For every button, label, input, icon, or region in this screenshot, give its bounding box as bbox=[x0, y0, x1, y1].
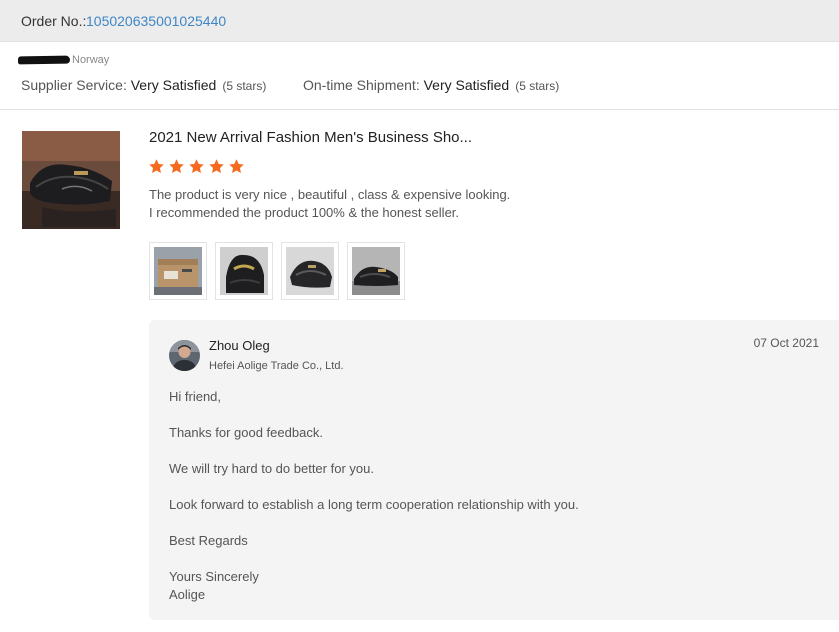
buyer-name-redacted bbox=[17, 55, 71, 65]
reply-line: Hi friend, bbox=[169, 389, 222, 404]
rating-value: Very Satisfied bbox=[423, 77, 510, 93]
product-star-rating bbox=[148, 158, 245, 178]
divider bbox=[0, 109, 839, 110]
rating-stars-text: (5 stars) bbox=[515, 79, 560, 93]
review-photo-thumbnail[interactable] bbox=[149, 242, 207, 300]
star-icon bbox=[229, 159, 244, 174]
review-photo-thumbnail[interactable] bbox=[215, 242, 273, 300]
rating-label: On-time Shipment: bbox=[303, 77, 424, 93]
seller-company: Hefei Aolige Trade Co., Ltd. bbox=[209, 360, 344, 372]
reply-line: Yours Sincerely bbox=[169, 569, 259, 584]
star-icon bbox=[209, 159, 224, 174]
reply-line: Aolige bbox=[169, 587, 206, 602]
rating-stars-text: (5 stars) bbox=[222, 79, 267, 93]
star-icon bbox=[189, 159, 204, 174]
supplier-service-rating: Supplier Service: Very Satisfied (5 stars… bbox=[21, 77, 266, 93]
reply-line: Best Regards bbox=[169, 533, 248, 548]
reply-line: Thanks for good feedback. bbox=[169, 425, 323, 440]
review-photo-thumbnail[interactable] bbox=[347, 242, 405, 300]
order-number-link[interactable]: 105020635001025440 bbox=[86, 13, 226, 29]
seller-reply: Zhou Oleg Hefei Aolige Trade Co., Ltd. 0… bbox=[149, 320, 839, 620]
review-text-line: I recommended the product 100% & the hon… bbox=[149, 205, 460, 220]
seller-name: Zhou Oleg bbox=[209, 338, 270, 353]
star-icon bbox=[149, 159, 164, 174]
reply-line: Look forward to establish a long term co… bbox=[169, 497, 579, 512]
star-icon bbox=[169, 159, 184, 174]
product-title-link[interactable]: 2021 New Arrival Fashion Men's Business … bbox=[149, 129, 472, 146]
rating-value: Very Satisfied bbox=[130, 77, 217, 93]
review-text-line: The product is very nice , beautiful , c… bbox=[149, 187, 511, 202]
buyer-country: Norway bbox=[72, 54, 110, 66]
order-number-label: Order No.: bbox=[21, 13, 87, 29]
on-time-shipment-rating: On-time Shipment: Very Satisfied (5 stars… bbox=[303, 77, 559, 93]
product-image[interactable] bbox=[22, 131, 120, 229]
avatar[interactable] bbox=[169, 340, 200, 371]
reply-date: 07 Oct 2021 bbox=[753, 336, 819, 350]
rating-label: Supplier Service: bbox=[21, 77, 131, 93]
review-photo-thumbnail[interactable] bbox=[281, 242, 339, 300]
reply-line: We will try hard to do better for you. bbox=[169, 461, 374, 476]
order-header: Order No.: 105020635001025440 bbox=[0, 0, 839, 42]
